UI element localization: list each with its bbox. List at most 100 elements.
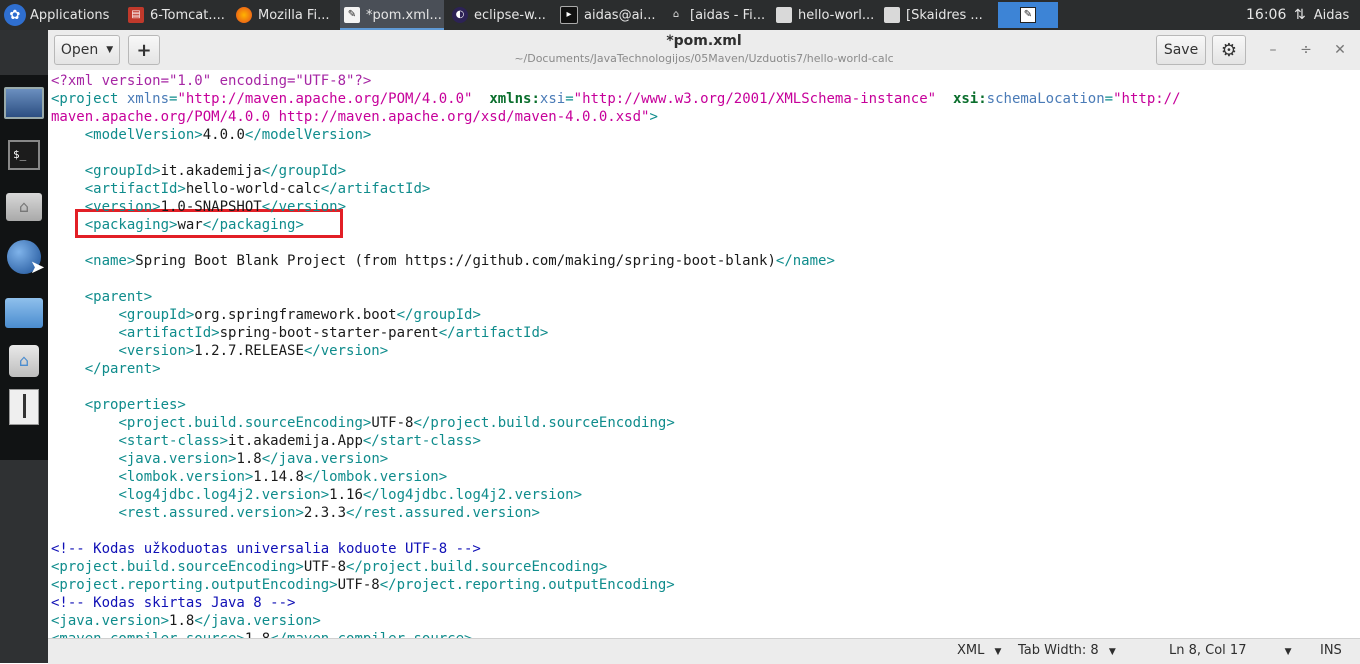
presentation-icon: ▤	[128, 7, 144, 23]
dock-item-file-manager[interactable]	[4, 293, 44, 333]
clock[interactable]: 16:06	[1246, 0, 1286, 30]
code-line: <log4jdbc.log4j2.version>1.16</log4jdbc.…	[51, 486, 582, 504]
code-token: UTF-8	[303, 559, 347, 575]
language-selector[interactable]: XML ▼	[957, 639, 1001, 664]
tab-width-selector[interactable]: Tab Width: 8 ▼	[1018, 639, 1116, 664]
code-token: </project.build.sourceEncoding>	[413, 415, 675, 431]
dock-item-terminal[interactable]: $_	[4, 135, 44, 175]
code-token: 1.8	[236, 451, 262, 467]
code-token: </maven.compiler.source>	[270, 631, 472, 638]
dock-item-desktop[interactable]	[4, 83, 44, 123]
terminal-icon: $_	[8, 140, 40, 170]
code-line: <properties>	[51, 396, 186, 414]
code-token: <project.reporting.outputEncoding>	[51, 577, 338, 593]
taskbar-item[interactable]: hello-worl...	[772, 0, 876, 30]
settings-menu-button[interactable]: ⚙	[1212, 35, 1246, 65]
web-browser-icon: ➤	[7, 240, 45, 278]
code-token: 1.8	[169, 613, 195, 629]
code-view[interactable]: <?xml version="1.0" encoding="UTF-8"?> <p…	[48, 70, 1360, 638]
code-token: =	[1104, 91, 1114, 107]
code-token: "http://www.w3.org/2001/XMLSchema-instan…	[573, 91, 937, 107]
maximize-button[interactable]: ÷	[1296, 40, 1316, 60]
app-store-icon: ⌂	[9, 345, 39, 377]
folder-icon	[776, 7, 792, 23]
language-label: XML	[957, 643, 985, 658]
taskbar-item[interactable]: [Skaidres ...	[880, 0, 990, 30]
code-line: <groupId>org.springframework.boot</group…	[51, 306, 480, 324]
taskbar-item-label: hello-worl...	[798, 7, 875, 23]
taskbar-item[interactable]: ▸ aidas@ai...	[556, 0, 660, 30]
taskbar-item[interactable]: Mozilla Fi...	[232, 0, 336, 30]
text-editor-icon	[9, 389, 39, 425]
chevron-down-icon: ▼	[1284, 647, 1292, 657]
show-desktop-button[interactable]: ✎	[998, 2, 1058, 28]
code-token: </version>	[261, 199, 347, 215]
taskbar-item[interactable]: ⌂ [aidas - Fi...	[664, 0, 768, 30]
code-token: </project.build.sourceEncoding>	[346, 559, 608, 575]
code-line: <packaging>war</packaging>	[51, 216, 304, 234]
code-token: </artifactId>	[438, 325, 549, 341]
code-token: </project.reporting.outputEncoding>	[379, 577, 675, 593]
cursor-position[interactable]: Ln 8, Col 17 ▼	[1169, 639, 1292, 664]
dock-item-text-editor[interactable]	[4, 387, 44, 427]
code-token: 1.16	[329, 487, 363, 503]
text-editor-window: Open ▼ + *pom.xml ~/Documents/JavaTechno…	[48, 30, 1360, 664]
code-line: <parent>	[51, 288, 152, 306]
code-token: <packaging>	[84, 217, 178, 233]
code-token: <name>	[84, 253, 136, 269]
code-token: it.akademija	[160, 163, 262, 179]
taskbar-item[interactable]: ◐ eclipse-w...	[448, 0, 552, 30]
status-bar: XML ▼ Tab Width: 8 ▼ Ln 8, Col 17 ▼ INS	[48, 638, 1360, 664]
code-token: <artifactId>	[84, 181, 186, 197]
code-token: <parent>	[84, 289, 153, 305]
code-token: <groupId>	[84, 163, 161, 179]
code-token: <modelVersion>	[84, 127, 203, 143]
file-manager-icon	[5, 298, 43, 328]
code-token: maven.apache.org/POM/4.0.0 http://maven.…	[51, 109, 650, 125]
folder-icon	[884, 7, 900, 23]
taskbar-item[interactable]: ▤ 6-Tomcat....	[124, 0, 228, 30]
code-token: xsi:	[952, 91, 987, 107]
code-line: <artifactId>hello-world-calc</artifactId…	[51, 180, 431, 198]
code-token: 4.0.0	[202, 127, 245, 143]
code-token: <lombok.version>	[118, 469, 254, 485]
home-folder-icon: ⌂	[672, 9, 680, 20]
dock-item-web-browser[interactable]: ➤	[4, 237, 45, 278]
code-line: <project.build.sourceEncoding>UTF-8</pro…	[51, 558, 607, 576]
code-token: </parent>	[84, 361, 161, 377]
close-button[interactable]: ✕	[1330, 40, 1350, 60]
code-token: xmlns:	[489, 91, 540, 107]
dock-item-home[interactable]: ⌂	[4, 187, 44, 227]
close-icon: ✕	[1334, 42, 1346, 58]
code-token: Spring Boot Blank Project (from https://…	[135, 253, 776, 269]
code-token: hello-world-calc	[185, 181, 321, 197]
save-label: Save	[1163, 42, 1199, 58]
dock: $_ ⌂ ➤ ⌂	[0, 30, 48, 663]
code-line: <!-- Kodas užkoduotas universalia koduot…	[51, 540, 481, 558]
taskbar-item-label: Mozilla Fi...	[258, 7, 330, 23]
dock-item-app-store[interactable]: ⌂	[4, 341, 44, 381]
code-token: </modelVersion>	[244, 127, 372, 143]
applications-menu[interactable]: ✿ Applications	[4, 0, 116, 30]
taskbar-item[interactable]: ✎ *pom.xml...	[340, 0, 444, 30]
code-token: <properties>	[84, 397, 186, 413]
code-token: UTF-8	[371, 415, 414, 431]
save-button[interactable]: Save	[1156, 35, 1206, 65]
minimize-button[interactable]: –	[1263, 40, 1283, 60]
code-token: <log4jdbc.log4j2.version>	[118, 487, 330, 503]
code-line: </parent>	[51, 360, 161, 378]
code-token: "http://	[1113, 91, 1181, 107]
code-token: 2.3.3	[303, 505, 347, 521]
user-menu[interactable]: ⇅ Aidas	[1294, 0, 1349, 30]
